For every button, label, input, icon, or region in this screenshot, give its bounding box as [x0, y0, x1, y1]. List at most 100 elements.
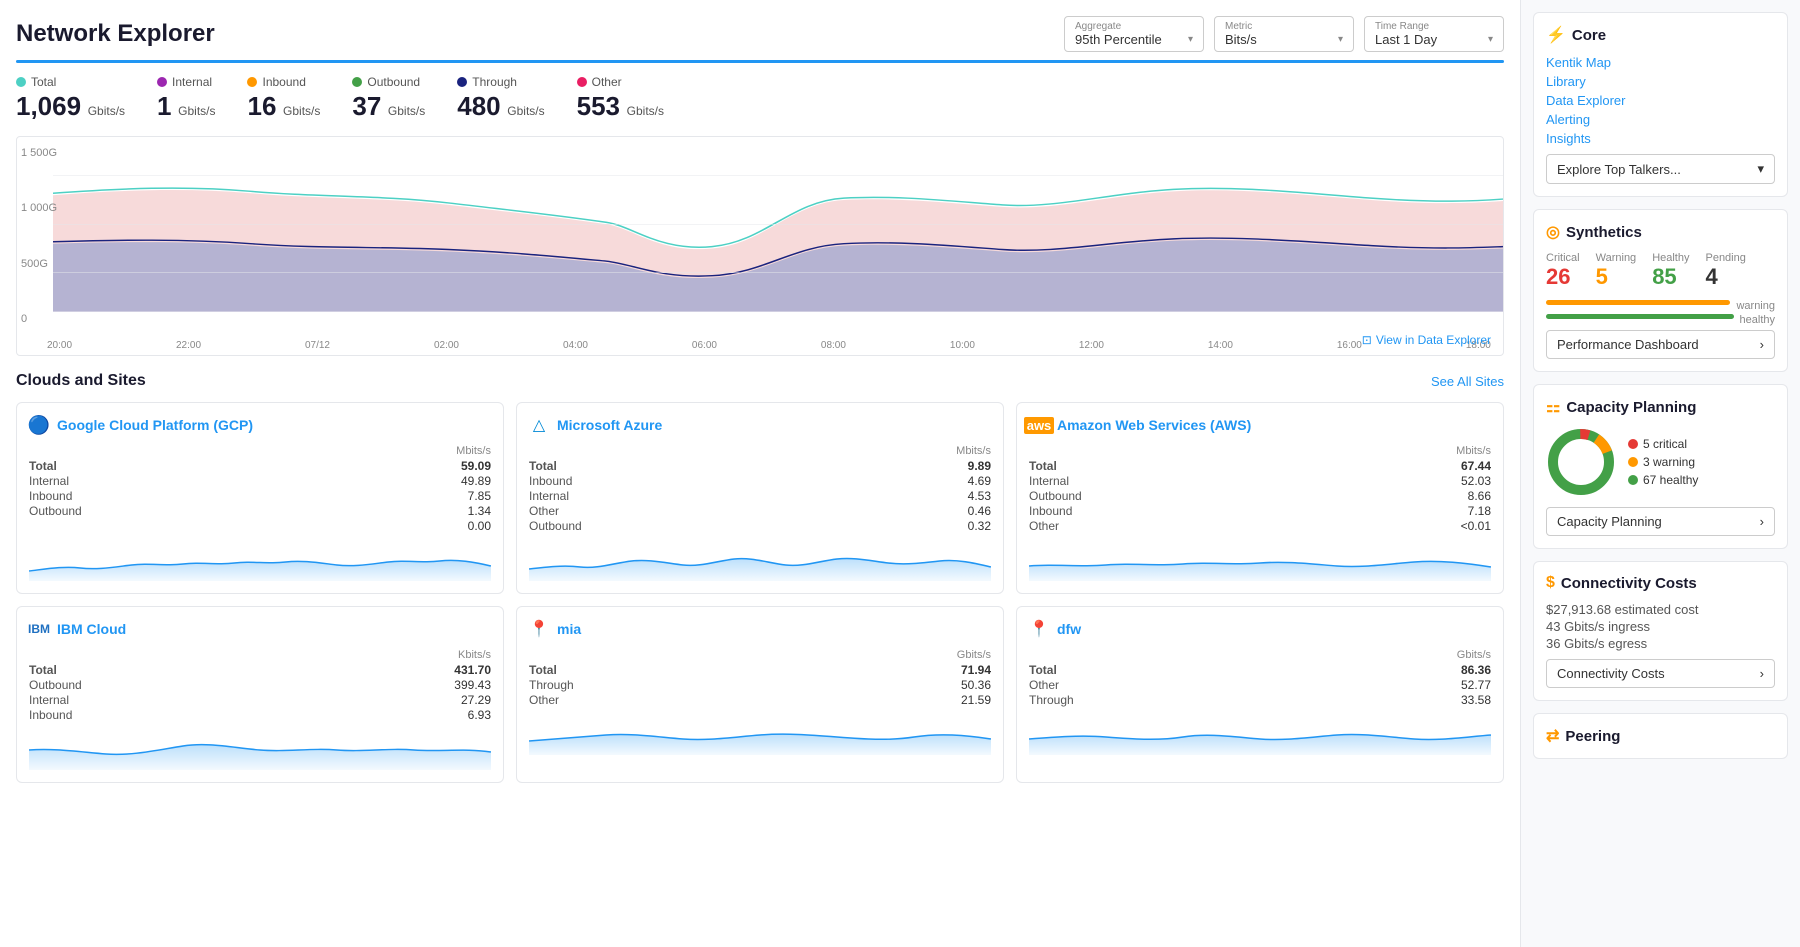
cloud-name-dfw[interactable]: dfw — [1057, 621, 1081, 637]
cloud-name-mia[interactable]: mia — [557, 621, 581, 637]
stat-row: Total 67.44 — [1029, 459, 1491, 473]
mini-chart-azure — [529, 541, 991, 581]
data-explorer-link[interactable]: Data Explorer — [1546, 93, 1775, 108]
aggregate-dropdown[interactable]: Aggregate 95th Percentile ▾ — [1064, 16, 1204, 52]
peering-title: ⇄ Peering — [1546, 726, 1775, 746]
synth-warning-value: 5 — [1596, 264, 1637, 290]
warning-bar — [1546, 300, 1730, 305]
connectivity-title: $ Connectivity Costs — [1546, 574, 1775, 592]
stat-row: Total 9.89 — [529, 459, 991, 473]
section-header: Clouds and Sites See All Sites — [16, 372, 1504, 390]
cloud-name-ibm[interactable]: IBM Cloud — [57, 621, 126, 637]
synthetics-icon: ◎ — [1546, 222, 1560, 242]
metric-internal: Internal 1 Gbits/s — [157, 75, 215, 122]
healthy-bar — [1546, 314, 1734, 319]
library-link[interactable]: Library — [1546, 74, 1775, 89]
warning-bar-label: warning — [1736, 300, 1775, 312]
metric-total: Total 1,069 Gbits/s — [16, 75, 125, 122]
core-title: ⚡ Core — [1546, 25, 1775, 45]
synth-healthy-stat: Healthy 85 — [1652, 252, 1689, 290]
kentik-map-link[interactable]: Kentik Map — [1546, 55, 1775, 70]
perf-dashboard-arrow: › — [1760, 337, 1764, 352]
stat-row: Other <0.01 — [1029, 519, 1491, 533]
metric-dropdown[interactable]: Metric Bits/s ▾ — [1214, 16, 1354, 52]
cloud-card-mia: 📍 mia Gbits/s Total 71.94 Through 50.36 … — [516, 606, 1004, 783]
chart-x-labels: 20:00 22:00 07/12 02:00 04:00 06:00 08:0… — [47, 340, 1491, 351]
chart-y-labels: 1 500G 1 000G 500G 0 — [17, 147, 61, 325]
page-title: Network Explorer — [16, 20, 215, 48]
cloud-card-azure: △ Microsoft Azure Mbits/s Total 9.89 Inb… — [516, 402, 1004, 594]
section-title: Clouds and Sites — [16, 372, 146, 390]
synth-healthy-value: 85 — [1652, 264, 1689, 290]
stat-row: Total 59.09 — [29, 459, 491, 473]
stat-row: Outbound 8.66 — [1029, 489, 1491, 503]
metric-label: Metric — [1225, 21, 1343, 32]
connectivity-section: $ Connectivity Costs $27,913.68 estimate… — [1533, 561, 1788, 701]
main-chart: 1 500G 1 000G 500G 0 20:00 22:00 07/12 0… — [16, 136, 1504, 356]
legend-warning: 3 warning — [1628, 455, 1698, 469]
time-range-label: Time Range — [1375, 21, 1493, 32]
mini-chart-aws — [1029, 541, 1491, 581]
stat-row: Internal 52.03 — [1029, 474, 1491, 488]
legend-critical: 5 critical — [1628, 437, 1698, 451]
time-range-dropdown[interactable]: Time Range Last 1 Day ▾ — [1364, 16, 1504, 52]
mini-chart-gcp — [29, 541, 491, 581]
legend-healthy: 67 healthy — [1628, 473, 1698, 487]
aggregate-arrow: ▾ — [1188, 34, 1193, 45]
stat-row: Inbound 6.93 — [29, 708, 491, 722]
synthetics-title: ◎ Synthetics — [1546, 222, 1775, 242]
ingress-value: 43 Gbits/s ingress — [1546, 619, 1775, 634]
stat-row: Internal 4.53 — [529, 489, 991, 503]
capacity-title: ⚏ Capacity Planning — [1546, 397, 1775, 417]
metric-inbound: Inbound 16 Gbits/s — [247, 75, 320, 122]
cloud-name-aws[interactable]: Amazon Web Services (AWS) — [1057, 417, 1251, 433]
synthetics-stats: Critical 26 Warning 5 Healthy 85 Pending… — [1546, 252, 1775, 290]
view-data-explorer-link[interactable]: ⊡ View in Data Explorer — [1362, 333, 1491, 347]
core-icon: ⚡ — [1546, 25, 1566, 45]
capacity-donut — [1546, 427, 1616, 497]
time-range-value: Last 1 Day ▾ — [1375, 32, 1493, 47]
peering-section: ⇄ Peering — [1533, 713, 1788, 759]
cards-grid: 🔵 Google Cloud Platform (GCP) Mbits/s To… — [16, 402, 1504, 783]
capacity-btn-arrow: › — [1760, 514, 1764, 529]
see-all-link[interactable]: See All Sites — [1431, 374, 1504, 389]
synth-pending-value: 4 — [1705, 264, 1745, 290]
cloud-logo-mia: 📍 — [529, 619, 549, 639]
status-bars: warning healthy — [1546, 300, 1775, 326]
stat-row: Internal 49.89 — [29, 474, 491, 488]
healthy-bar-label: healthy — [1740, 314, 1775, 326]
capacity-planning-btn[interactable]: Capacity Planning › — [1546, 507, 1775, 536]
stat-row: Total 86.36 — [1029, 663, 1491, 677]
estimated-cost: $27,913.68 estimated cost — [1546, 602, 1775, 617]
metric-value: Bits/s ▾ — [1225, 32, 1343, 47]
stat-row: Other 21.59 — [529, 693, 991, 707]
cloud-card-gcp: 🔵 Google Cloud Platform (GCP) Mbits/s To… — [16, 402, 504, 594]
capacity-section: ⚏ Capacity Planning 5 critical 3 warning — [1533, 384, 1788, 549]
core-section: ⚡ Core Kentik Map Library Data Explorer … — [1533, 12, 1788, 197]
synth-critical-value: 26 — [1546, 264, 1580, 290]
capacity-content: 5 critical 3 warning 67 healthy — [1546, 427, 1775, 497]
mini-chart-ibm — [29, 730, 491, 770]
stat-row: Inbound 7.18 — [1029, 504, 1491, 518]
cloud-name-gcp[interactable]: Google Cloud Platform (GCP) — [57, 417, 253, 433]
cloud-logo-ibm: IBM — [29, 619, 49, 639]
egress-value: 36 Gbits/s egress — [1546, 636, 1775, 651]
metric-other: Other 553 Gbits/s — [577, 75, 664, 122]
synthetics-section: ◎ Synthetics Critical 26 Warning 5 Healt… — [1533, 209, 1788, 372]
synth-critical-stat: Critical 26 — [1546, 252, 1580, 290]
alerting-link[interactable]: Alerting — [1546, 112, 1775, 127]
cloud-card-dfw: 📍 dfw Gbits/s Total 86.36 Other 52.77 Th… — [1016, 606, 1504, 783]
performance-dashboard-btn[interactable]: Performance Dashboard › — [1546, 330, 1775, 359]
metric-arrow: ▾ — [1338, 34, 1343, 45]
header-controls: Aggregate 95th Percentile ▾ Metric Bits/… — [1064, 16, 1504, 52]
synth-pending-stat: Pending 4 — [1705, 252, 1745, 290]
explore-dropdown[interactable]: Explore Top Talkers... ▾ — [1546, 154, 1775, 184]
insights-link[interactable]: Insights — [1546, 131, 1775, 146]
connectivity-costs-btn[interactable]: Connectivity Costs › — [1546, 659, 1775, 688]
cloud-card-ibm: IBM IBM Cloud Kbits/s Total 431.70 Outbo… — [16, 606, 504, 783]
aggregate-label: Aggregate — [1075, 21, 1193, 32]
stat-row: Through 50.36 — [529, 678, 991, 692]
cloud-card-aws: aws Amazon Web Services (AWS) Mbits/s To… — [1016, 402, 1504, 594]
stat-row: Outbound 1.34 — [29, 504, 491, 518]
cloud-name-azure[interactable]: Microsoft Azure — [557, 417, 662, 433]
